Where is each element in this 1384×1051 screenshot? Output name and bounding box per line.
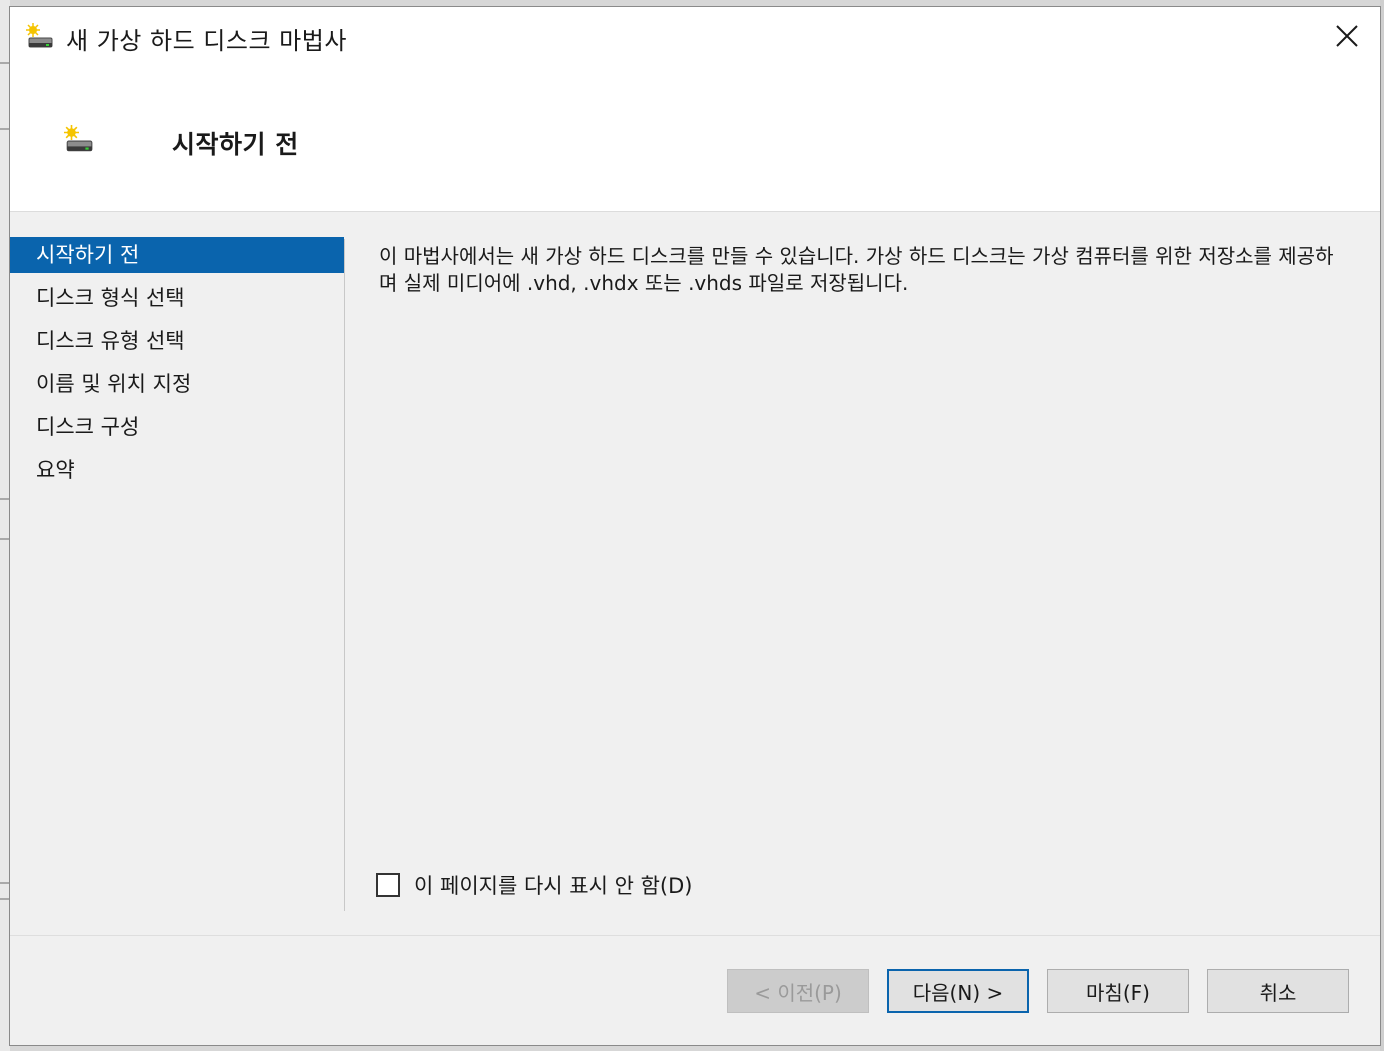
page-title: 시작하기 전 xyxy=(172,130,299,159)
nav-item-specify-name-location[interactable]: 이름 및 위치 지정 xyxy=(10,366,344,402)
close-icon xyxy=(1336,25,1358,47)
nav-item-before-you-begin[interactable]: 시작하기 전 xyxy=(10,237,344,273)
wizard-window: 새 가상 하드 디스크 마법사 시작하기 전 시작하기 전 디스크 형식 선택 … xyxy=(9,6,1381,1046)
nav-divider xyxy=(344,239,345,911)
nav-item-summary[interactable]: 요약 xyxy=(10,452,344,488)
title-bar[interactable]: 새 가상 하드 디스크 마법사 xyxy=(10,7,1380,69)
previous-button[interactable]: < 이전(P) xyxy=(727,969,869,1013)
dont-show-again-row[interactable]: 이 페이지를 다시 표시 안 함(D) xyxy=(376,869,692,901)
cancel-button[interactable]: 취소 xyxy=(1207,969,1349,1013)
hard-disk-wizard-icon xyxy=(26,23,54,51)
wizard-description: 이 마법사에서는 새 가상 하드 디스크를 만들 수 있습니다. 가상 하드 디… xyxy=(379,244,1334,295)
close-button[interactable] xyxy=(1332,21,1362,51)
nav-item-configure-disk[interactable]: 디스크 구성 xyxy=(10,409,344,445)
wizard-step-nav: 시작하기 전 디스크 형식 선택 디스크 유형 선택 이름 및 위치 지정 디스… xyxy=(10,235,344,495)
nav-item-choose-disk-format[interactable]: 디스크 형식 선택 xyxy=(10,280,344,316)
button-area-separator xyxy=(10,935,1380,936)
next-button[interactable]: 다음(N) > xyxy=(887,969,1029,1013)
window-title: 새 가상 하드 디스크 마법사 xyxy=(66,27,347,55)
dont-show-again-label[interactable]: 이 페이지를 다시 표시 안 함(D) xyxy=(414,870,692,900)
wizard-header: 시작하기 전 xyxy=(10,69,1380,212)
hard-disk-wizard-icon xyxy=(64,125,94,155)
finish-button[interactable]: 마침(F) xyxy=(1047,969,1189,1013)
nav-item-choose-disk-type[interactable]: 디스크 유형 선택 xyxy=(10,323,344,359)
dont-show-again-checkbox[interactable] xyxy=(376,873,400,897)
